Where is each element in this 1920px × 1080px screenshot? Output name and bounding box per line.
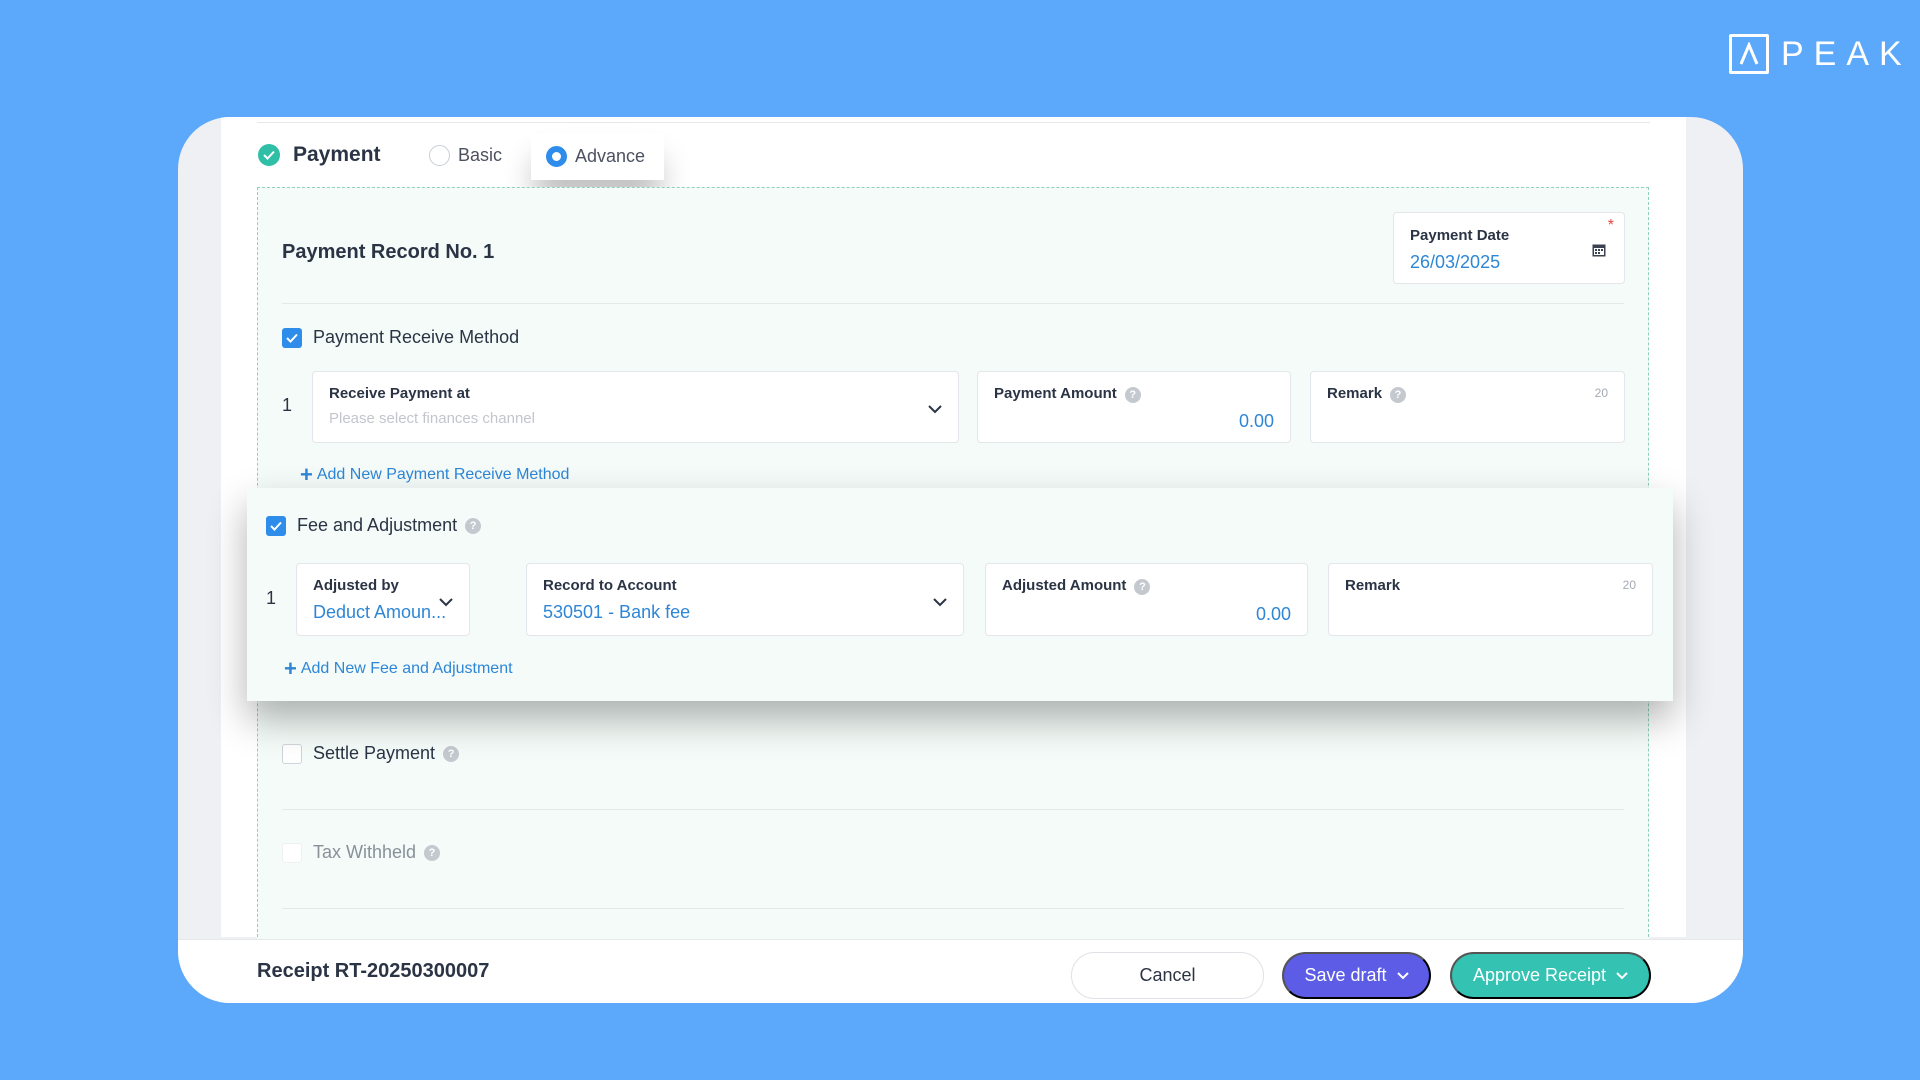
- radio-unchecked-icon: [429, 145, 450, 166]
- help-icon[interactable]: ?: [1124, 387, 1141, 403]
- help-icon[interactable]: ?: [1390, 387, 1407, 403]
- mode-basic-label: Basic: [458, 145, 503, 165]
- mode-advance-label: Advance: [575, 146, 646, 166]
- payment-date-field[interactable]: * Payment Date 26/03/2025: [1393, 212, 1625, 284]
- chevron-down-icon: [1396, 971, 1409, 979]
- add-receive-method-label: Add New Payment Receive Method: [316, 466, 570, 483]
- chevron-down-icon: [439, 594, 453, 612]
- help-icon[interactable]: ?: [1134, 579, 1151, 595]
- tax-withheld-label: Tax Withheld: [313, 842, 417, 862]
- help-icon[interactable]: ?: [424, 844, 441, 861]
- adjusted-amount-field[interactable]: Adjusted Amount? 0.00: [985, 563, 1308, 636]
- record-title: Payment Record No. 1: [282, 241, 495, 263]
- chevron-down-icon: [933, 594, 947, 612]
- save-draft-label: Save draft: [1304, 965, 1387, 985]
- record-to-account-select[interactable]: Record to Account 530501 - Bank fee: [526, 563, 964, 636]
- remark-label: Remark: [1345, 577, 1401, 594]
- payment-amount-field[interactable]: Payment Amount? 0.00: [977, 371, 1291, 443]
- peak-logo-text: PEAK: [1781, 34, 1912, 73]
- settle-payment-checkbox[interactable]: Settle Payment ?: [282, 743, 460, 764]
- receive-method-label: Payment Receive Method: [313, 327, 520, 347]
- check-circle-icon: [258, 144, 280, 166]
- plus-icon: +: [284, 656, 297, 681]
- receive-payment-at-select[interactable]: Receive Payment at Please select finance…: [312, 371, 959, 443]
- payment-date-value: 26/03/2025: [1410, 252, 1501, 272]
- payment-amount-label: Payment Amount?: [994, 385, 1274, 403]
- tax-withheld-checkbox[interactable]: Tax Withheld ?: [282, 842, 441, 863]
- mode-basic-radio[interactable]: Basic: [429, 145, 502, 166]
- help-icon[interactable]: ?: [465, 517, 482, 534]
- mode-advance-radio[interactable]: Advance: [531, 133, 664, 180]
- footer-action-bar: Receipt RT-20250300007 Cancel Save draft…: [178, 939, 1743, 1003]
- fee-adjustment-label: Fee and Adjustment: [297, 515, 458, 535]
- record-to-account-label: Record to Account: [543, 577, 677, 594]
- adjusted-amount-label: Adjusted Amount?: [1002, 577, 1291, 595]
- radio-checked-icon: [546, 146, 567, 167]
- plus-icon: +: [300, 462, 313, 487]
- character-counter: 20: [1594, 386, 1608, 400]
- peak-logo-icon: [1729, 34, 1769, 74]
- add-receive-method-link[interactable]: + Add New Payment Receive Method: [300, 464, 569, 486]
- help-icon[interactable]: ?: [443, 745, 460, 762]
- divider: [257, 122, 1650, 123]
- approve-receipt-label: Approve Receipt: [1472, 965, 1607, 985]
- receive-remark-field[interactable]: Remark? 20: [1310, 371, 1625, 443]
- divider: [282, 303, 1624, 304]
- record-to-account-value: 530501 - Bank fee: [543, 602, 691, 622]
- adjusted-amount-value: 0.00: [1255, 604, 1291, 624]
- remark-label: Remark?: [1327, 385, 1608, 403]
- checkbox-unchecked-icon: [282, 842, 302, 863]
- receive-payment-at-placeholder: Please select finances channel: [329, 410, 535, 427]
- save-draft-button[interactable]: Save draft: [1282, 952, 1431, 999]
- settle-payment-label: Settle Payment: [313, 743, 436, 763]
- add-fee-adjustment-label: Add New Fee and Adjustment: [300, 660, 513, 677]
- divider: [282, 908, 1624, 909]
- required-marker: *: [1607, 217, 1614, 234]
- receipt-number: Receipt RT-20250300007: [257, 960, 490, 982]
- receive-payment-at-label: Receive Payment at: [329, 385, 470, 402]
- payment-date-label: Payment Date: [1410, 227, 1510, 244]
- cancel-button[interactable]: Cancel: [1071, 952, 1264, 999]
- payment-amount-value: 0.00: [1238, 411, 1274, 431]
- checkbox-unchecked-icon: [282, 743, 302, 764]
- checkbox-checked-icon: [266, 515, 286, 536]
- row-number: 1: [266, 588, 277, 608]
- calendar-icon[interactable]: [1592, 243, 1606, 262]
- adjusted-by-select[interactable]: Adjusted by Deduct Amoun...: [296, 563, 470, 636]
- row-number: 1: [282, 395, 293, 415]
- character-counter: 20: [1622, 578, 1636, 592]
- chevron-down-icon: [928, 401, 942, 419]
- fee-adjustment-panel: Fee and Adjustment ? 1 Adjusted by Deduc…: [247, 488, 1673, 701]
- adjusted-by-value: Deduct Amoun...: [313, 602, 447, 622]
- fee-remark-field[interactable]: Remark 20: [1328, 563, 1653, 636]
- payment-section-header: Payment: [258, 143, 381, 167]
- payment-title: Payment: [293, 143, 381, 166]
- fee-adjustment-checkbox[interactable]: Fee and Adjustment ?: [266, 515, 482, 536]
- chevron-down-icon: [1616, 971, 1628, 979]
- divider: [282, 809, 1624, 810]
- receive-method-checkbox[interactable]: Payment Receive Method: [282, 327, 519, 348]
- checkbox-checked-icon: [282, 327, 302, 348]
- peak-logo: PEAK: [1729, 34, 1912, 74]
- adjusted-by-label: Adjusted by: [313, 577, 399, 594]
- add-fee-adjustment-link[interactable]: + Add New Fee and Adjustment: [284, 658, 513, 680]
- approve-receipt-button[interactable]: Approve Receipt: [1450, 952, 1651, 999]
